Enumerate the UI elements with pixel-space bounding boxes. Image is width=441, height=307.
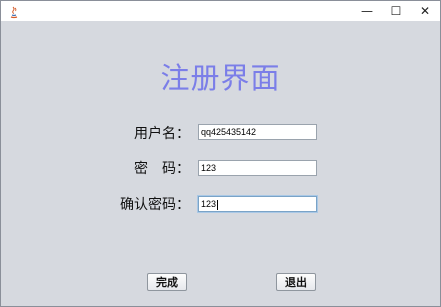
maximize-button[interactable]: ☐ [381,1,411,21]
exit-button[interactable]: 退出 [276,273,316,291]
form-panel: 注册界面 用户名： qq425435142 密 码： 123 确认密码： 123… [1,21,440,306]
text-caret [217,199,219,210]
username-field[interactable]: qq425435142 [198,124,317,140]
java-app-icon [7,4,21,19]
page-title: 注册界面 [160,61,281,95]
title-bar[interactable]: — ☐ ✕ [1,1,440,21]
submit-button[interactable]: 完成 [147,273,187,291]
password-field[interactable]: 123 [198,160,317,176]
confirm-password-value: 123 [201,199,217,209]
minimize-button[interactable]: — [352,1,382,21]
close-button[interactable]: ✕ [410,1,440,21]
username-label: 用户名： [134,126,190,142]
password-label: 密 码： [134,161,190,177]
confirm-password-field[interactable]: 123 [198,196,317,212]
confirm-password-label: 确认密码： [120,197,190,213]
app-window: — ☐ ✕ 注册界面 用户名： qq425435142 密 码： 123 确认密… [0,0,441,307]
